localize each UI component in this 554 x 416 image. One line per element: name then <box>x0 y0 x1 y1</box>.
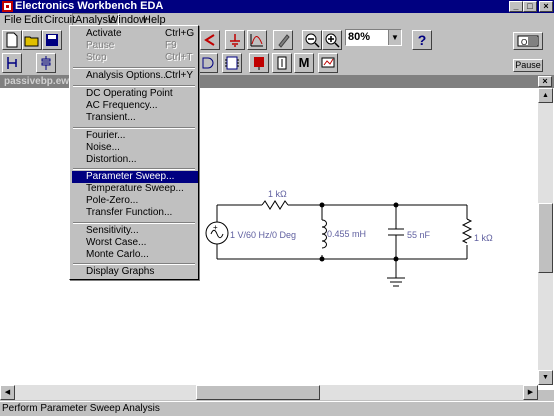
menu-item-dc-operating-point[interactable]: DC Operating Point <box>72 88 198 100</box>
inductor-label: 0.455 mH <box>327 229 367 239</box>
flip-icon <box>204 34 215 46</box>
maximize-button[interactable]: □ <box>523 1 537 12</box>
node-junction <box>319 202 325 208</box>
menu-item-transfer-function[interactable]: Transfer Function... <box>72 207 198 219</box>
scroll-right-button[interactable]: ▶ <box>523 385 538 400</box>
menu-separator <box>73 263 195 265</box>
zoom-in-button[interactable] <box>322 30 342 50</box>
menu-separator <box>73 127 195 129</box>
basic-bin-button[interactable] <box>36 53 56 73</box>
menu-item-display-graphs[interactable]: Display Graphs <box>72 266 198 278</box>
close-button[interactable]: × <box>539 1 553 12</box>
capacitor-label: 55 nF <box>407 230 431 240</box>
chip-icon <box>225 56 239 70</box>
status-bar: Perform Parameter Sweep Analysis <box>0 401 554 416</box>
load-resistor-label: 1 kΩ <box>474 233 493 243</box>
ac-source-label: 1 V/60 Hz/0 Deg <box>230 230 297 240</box>
description-button[interactable] <box>273 30 293 50</box>
pencil-icon <box>278 34 290 48</box>
help-button[interactable]: ? <box>412 30 432 50</box>
menu-item-noise[interactable]: Noise... <box>72 142 198 154</box>
menu-item-temperature-sweep[interactable]: Temperature Sweep... <box>72 183 198 195</box>
vertical-scroll-thumb[interactable] <box>538 203 553 273</box>
flip-button[interactable] <box>200 30 220 50</box>
series-resistor-symbol <box>261 200 289 210</box>
menu-item-worst-case[interactable]: Worst Case... <box>72 237 198 249</box>
series-resistor-label: 1 kΩ <box>268 189 287 199</box>
menu-item-fourier[interactable]: Fourier... <box>72 130 198 142</box>
save-button[interactable] <box>42 30 62 50</box>
svg-text:O: O <box>521 38 527 47</box>
menu-separator <box>73 222 195 224</box>
scroll-up-button[interactable]: ▲ <box>538 88 553 103</box>
menu-file[interactable]: File <box>4 14 22 26</box>
indicators-bin-button[interactable] <box>249 53 269 73</box>
sources-bin-button[interactable] <box>2 53 22 73</box>
sources-icon <box>7 57 17 69</box>
menu-item-parameter-sweep[interactable]: Parameter Sweep... <box>72 171 198 183</box>
pause-button[interactable]: Pause <box>513 59 543 72</box>
save-icon <box>46 34 58 46</box>
scroll-left-button[interactable]: ◀ <box>0 385 15 400</box>
folder-icon <box>24 36 39 47</box>
component-properties-button[interactable] <box>225 30 245 50</box>
new-file-icon <box>6 32 18 48</box>
analysis-menu: Activate Ctrl+G Pause F9 Stop Ctrl+T Analys… <box>69 25 199 280</box>
menu-item-stop: Stop Ctrl+T <box>86 52 193 63</box>
menu-item-activate[interactable]: Activate Ctrl+G <box>72 28 198 40</box>
zoom-value: 80% <box>348 31 371 43</box>
basic-components-icon <box>41 56 51 70</box>
load-resistor-symbol <box>461 218 473 244</box>
digital-bin-button[interactable] <box>198 53 218 73</box>
menu-item-pole-zero[interactable]: Pole-Zero... <box>72 195 198 207</box>
app-icon <box>2 1 13 12</box>
zoom-out-icon <box>305 33 320 48</box>
capacitor-symbol <box>388 228 404 236</box>
chevron-down-icon[interactable]: ▼ <box>388 30 401 45</box>
horizontal-scroll-thumb[interactable] <box>196 385 320 400</box>
ground-icon <box>230 34 240 47</box>
title-bar: Electronics Workbench EDA _ □ × <box>0 0 554 13</box>
controls-bin-button[interactable] <box>272 53 292 73</box>
menu-item-transient[interactable]: Transient... <box>72 112 198 124</box>
power-switch[interactable]: O <box>513 32 543 50</box>
graph-button[interactable] <box>247 30 267 50</box>
ground-symbol <box>387 277 405 287</box>
logic-bin-button[interactable] <box>222 53 242 73</box>
node-junction <box>393 256 399 262</box>
node-junction <box>319 256 325 262</box>
ac-source-plus: + <box>213 223 218 232</box>
menu-item-monte-carlo[interactable]: Monte Carlo... <box>72 249 198 261</box>
menu-item-sensitivity[interactable]: Sensitivity... <box>72 225 198 237</box>
instruments-bin-button[interactable] <box>318 53 338 73</box>
scroll-down-button[interactable]: ▼ <box>538 370 553 385</box>
indicator-icon <box>254 57 264 70</box>
zoom-select[interactable]: 80% ▼ <box>345 29 402 46</box>
new-file-button[interactable] <box>2 30 22 50</box>
minimize-button[interactable]: _ <box>509 1 523 12</box>
horizontal-scrollbar[interactable]: ◀ ▶ <box>0 385 538 400</box>
inductor-symbol <box>321 219 327 249</box>
miscellaneous-bin-button[interactable]: M <box>294 53 314 73</box>
graph-icon <box>250 34 263 47</box>
menu-item-analysis-options[interactable]: Analysis Options... Ctrl+Y <box>72 70 198 82</box>
zoom-out-button[interactable] <box>302 30 322 50</box>
gate-icon <box>202 57 214 69</box>
menu-separator <box>73 85 195 87</box>
menu-item-distortion[interactable]: Distortion... <box>72 154 198 166</box>
vertical-scrollbar[interactable]: ▲ ▼ <box>538 88 553 385</box>
power-switch-icon: O <box>517 35 539 47</box>
status-text: Perform Parameter Sweep Analysis <box>2 403 160 414</box>
menu-separator <box>73 67 195 69</box>
zoom-in-icon <box>325 33 340 48</box>
menu-item-ac-frequency[interactable]: AC Frequency... <box>72 100 198 112</box>
menu-edit[interactable]: Edit <box>24 14 43 26</box>
menu-item-pause: Pause F9 <box>86 40 177 51</box>
node-junction <box>393 202 399 208</box>
open-file-button[interactable] <box>22 30 42 50</box>
menu-separator <box>73 168 195 170</box>
window-title: Electronics Workbench EDA <box>15 0 164 12</box>
control-icon <box>277 56 287 70</box>
instrument-icon <box>321 57 335 68</box>
